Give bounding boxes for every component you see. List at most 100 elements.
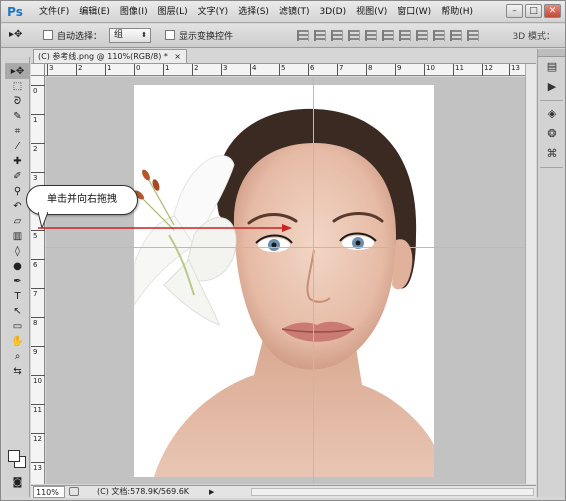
ruler-tick: 8: [30, 317, 47, 327]
horizontal-ruler[interactable]: 3 2 1 0 1 2 3 4 5 6 7 8 9 10 11 12 13: [45, 64, 525, 76]
menu-window[interactable]: 窗口(W): [393, 1, 437, 23]
menu-edit[interactable]: 编辑(E): [75, 1, 116, 23]
ruler-tick: 1: [30, 114, 47, 124]
ruler-tick: 5: [278, 64, 286, 76]
maximize-button[interactable]: □: [525, 4, 542, 18]
ruler-tick: 1: [104, 64, 112, 76]
ruler-tick: 12: [482, 64, 493, 76]
history-icon[interactable]: ▤: [538, 57, 566, 77]
distribute-top-icon[interactable]: [399, 30, 411, 41]
type-icon[interactable]: T: [5, 289, 30, 304]
crop-icon[interactable]: ⌗: [5, 124, 30, 139]
path-select-icon[interactable]: ↖: [5, 304, 30, 319]
marquee-icon[interactable]: ⬚: [5, 79, 30, 94]
lily-flower: [134, 155, 237, 326]
pen-icon[interactable]: ✒: [5, 274, 30, 289]
ruler-tick: 11: [453, 64, 464, 76]
divider: [540, 167, 563, 168]
swap-colors-icon[interactable]: ⇆: [5, 364, 30, 379]
blur-icon[interactable]: ◊: [5, 244, 30, 259]
distribute-bottom-icon[interactable]: [433, 30, 445, 41]
ruler-tick: 3: [30, 172, 47, 182]
distribute-right-icon[interactable]: [467, 30, 479, 41]
ruler-tick: 0: [30, 85, 47, 95]
horizontal-guide[interactable]: [46, 247, 525, 248]
rectangle-icon[interactable]: ▭: [5, 319, 30, 334]
zoom-icon[interactable]: ⌕: [5, 349, 30, 364]
quick-mask-icon[interactable]: ◙: [5, 475, 30, 490]
ruler-tick: 7: [30, 288, 47, 298]
ruler-origin[interactable]: [31, 64, 45, 76]
vertical-ruler[interactable]: 0 1 2 3 4 5 6 7 8 9 10 11 12 13: [30, 76, 47, 484]
hand-icon[interactable]: ✋: [5, 334, 30, 349]
portrait-image: [134, 108, 434, 477]
vertical-guide[interactable]: [313, 77, 314, 484]
photoshop-window: Ps 文件(F) 编辑(E) 图像(I) 图层(L) 文字(Y) 选择(S) 滤…: [0, 0, 566, 501]
menu-type[interactable]: 文字(Y): [194, 1, 235, 23]
ruler-tick: 9: [30, 346, 47, 356]
align-vcenter-icon[interactable]: [314, 30, 326, 41]
horizontal-scrollbar[interactable]: [251, 488, 534, 496]
align-bottom-icon[interactable]: [331, 30, 343, 41]
options-bar: ▸✥ 自动选择： 组 ⬍ 显示变换控件 3D 模式：: [1, 24, 565, 48]
move-tool-preset-icon[interactable]: ▸✥: [9, 29, 31, 43]
channels-icon[interactable]: ❂: [538, 124, 566, 144]
menu-view[interactable]: 视图(V): [352, 1, 393, 23]
ruler-tick: 2: [30, 143, 47, 153]
menu-3d[interactable]: 3D(D): [315, 1, 352, 23]
divider: [540, 100, 563, 101]
minimize-button[interactable]: –: [506, 4, 523, 18]
document-tab[interactable]: (C) 参考线.png @ 110%(RGB/8) * ×: [33, 49, 187, 64]
align-hcenter-icon[interactable]: [365, 30, 377, 41]
close-tab-icon[interactable]: ×: [174, 50, 181, 64]
paths-icon[interactable]: ⌘: [538, 144, 566, 164]
healing-icon[interactable]: ✚: [5, 154, 30, 169]
menu-layer[interactable]: 图层(L): [154, 1, 194, 23]
status-bar: 110% (C) 文档:578.9K/569.6K ▶: [31, 485, 536, 498]
auto-select-checkbox[interactable]: [43, 30, 53, 40]
zoom-field[interactable]: 110%: [33, 486, 65, 498]
quick-select-icon[interactable]: ✎: [5, 109, 30, 124]
panel-grip[interactable]: [5, 57, 29, 64]
lasso-icon[interactable]: ᘐ: [5, 94, 30, 109]
ruler-tick: 10: [424, 64, 435, 76]
dodge-icon[interactable]: ●: [5, 259, 30, 274]
move-icon[interactable]: ▸✥: [5, 64, 30, 79]
panel-dock-header[interactable]: [538, 49, 565, 57]
show-transform-label: 显示变换控件: [179, 32, 234, 42]
document-tab-label: (C) 参考线.png @ 110%(RGB/8) *: [38, 52, 168, 61]
app-logo: Ps: [7, 5, 23, 19]
eyedropper-icon[interactable]: ⁄: [5, 139, 30, 154]
distribute-left-icon[interactable]: [450, 30, 462, 41]
align-left-icon[interactable]: [348, 30, 360, 41]
gradient-icon[interactable]: ▥: [5, 229, 30, 244]
vertical-scrollbar[interactable]: [525, 64, 536, 484]
align-right-icon[interactable]: [382, 30, 394, 41]
actions-icon[interactable]: ▶: [538, 77, 566, 97]
menu-select[interactable]: 选择(S): [234, 1, 275, 23]
instruction-callout: 单击并向右拖拽: [26, 185, 138, 215]
brush-icon[interactable]: ✐: [5, 169, 30, 184]
ruler-tick: 2: [75, 64, 83, 76]
ruler-tick: 3: [46, 64, 54, 76]
show-transform-checkbox[interactable]: [165, 30, 175, 40]
close-button[interactable]: ✕: [544, 4, 561, 18]
menu-help[interactable]: 帮助(H): [437, 1, 479, 23]
auto-select-dropdown[interactable]: 组 ⬍: [109, 28, 151, 43]
status-menu-arrow-icon[interactable]: ▶: [209, 486, 214, 498]
document-canvas[interactable]: [134, 85, 434, 477]
document-icon[interactable]: [69, 487, 79, 496]
eraser-icon[interactable]: ▱: [5, 214, 30, 229]
menu-file[interactable]: 文件(F): [35, 1, 75, 23]
layers-icon[interactable]: ◈: [538, 104, 566, 124]
distribute-vcenter-icon[interactable]: [416, 30, 428, 41]
menu-image[interactable]: 图像(I): [116, 1, 154, 23]
drag-arrow-icon: [38, 224, 292, 232]
foreground-color-swatch[interactable]: [8, 450, 20, 462]
chevron-down-icon: ⬍: [141, 31, 147, 39]
ruler-tick: 13: [509, 64, 520, 76]
auto-select-label: 自动选择：: [57, 32, 103, 42]
align-top-icon[interactable]: [297, 30, 309, 41]
menu-filter[interactable]: 滤镜(T): [275, 1, 316, 23]
ruler-tick: 3: [220, 64, 228, 76]
